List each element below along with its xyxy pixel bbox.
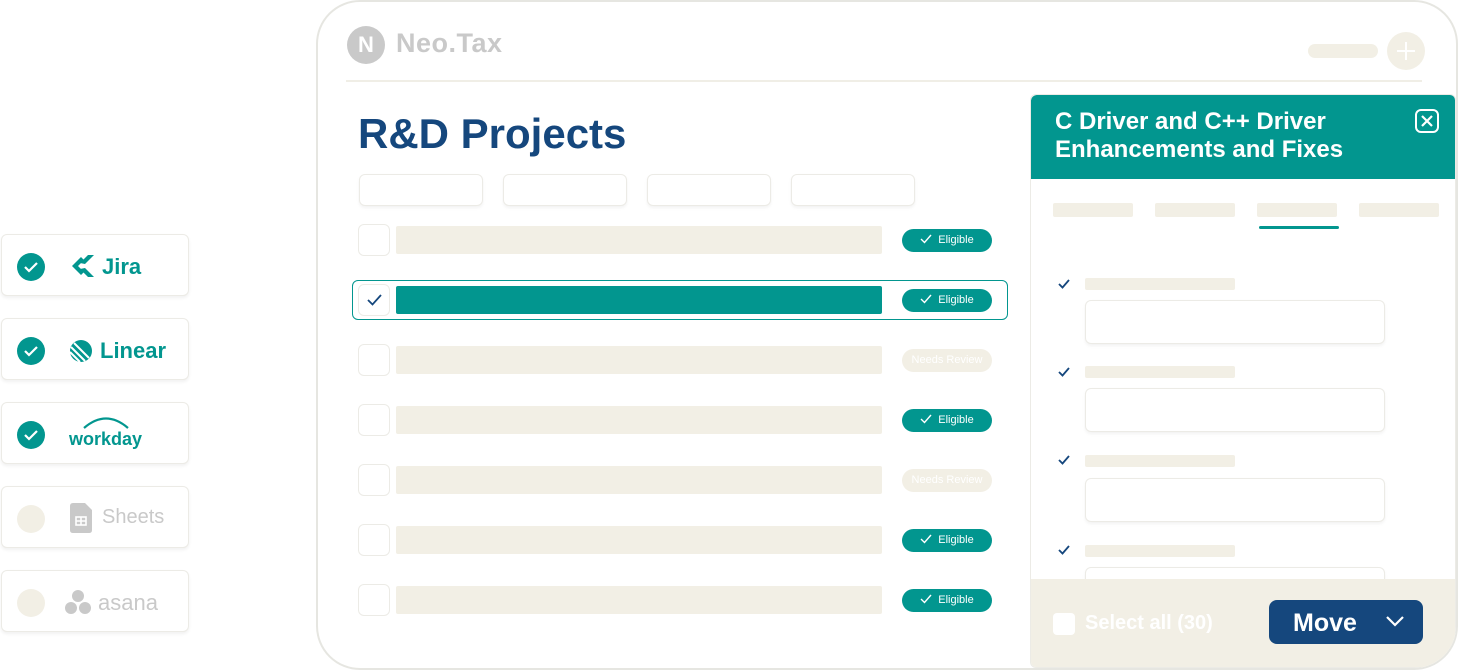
- integration-asana[interactable]: asana: [1, 570, 189, 632]
- project-name-placeholder: [396, 526, 882, 554]
- integration-jira[interactable]: Jira: [1, 234, 189, 296]
- close-button[interactable]: [1415, 109, 1439, 133]
- field-input[interactable]: [1085, 478, 1385, 522]
- panel-tab[interactable]: [1053, 203, 1133, 217]
- project-row[interactable]: Needs Review: [352, 460, 1008, 500]
- filter-field[interactable]: [503, 174, 627, 206]
- close-icon: [1421, 115, 1433, 127]
- project-name-placeholder: [396, 586, 882, 614]
- brand-name: Neo.Tax: [396, 28, 503, 58]
- filter-field[interactable]: [647, 174, 771, 206]
- disconnected-circle-icon: [17, 589, 45, 617]
- field-label-placeholder: [1085, 455, 1235, 467]
- check-icon[interactable]: [1057, 365, 1071, 379]
- status-badge: Needs Review: [902, 349, 992, 372]
- check-icon: [920, 534, 932, 544]
- integration-sheets[interactable]: Sheets: [1, 486, 189, 548]
- integration-name: Sheets: [102, 506, 165, 528]
- project-name-placeholder: [396, 466, 882, 494]
- connected-check-icon: [17, 421, 45, 449]
- row-checkbox[interactable]: [358, 224, 390, 256]
- panel-footer: Select all (30) Move: [1031, 579, 1455, 667]
- field-input[interactable]: [1085, 388, 1385, 432]
- check-icon[interactable]: [1057, 453, 1071, 467]
- check-icon: [920, 414, 932, 424]
- select-all-label: Select all (30): [1085, 612, 1213, 634]
- asana-logo-icon: [64, 589, 92, 619]
- check-icon: [920, 594, 932, 604]
- check-icon: [920, 234, 932, 244]
- check-icon: [920, 294, 932, 304]
- filter-field[interactable]: [359, 174, 483, 206]
- select-all-checkbox[interactable]: [1053, 613, 1075, 635]
- field-input[interactable]: [1085, 300, 1385, 344]
- status-badge: Eligible: [902, 409, 992, 432]
- integration-workday[interactable]: workday: [1, 402, 189, 464]
- integration-name: workday: [69, 429, 143, 449]
- project-row[interactable]: Eligible: [352, 400, 1008, 440]
- row-checkbox[interactable]: [358, 404, 390, 436]
- panel-header: C Driver and C++ Driver Enhancements and…: [1031, 95, 1455, 179]
- project-name-placeholder: [396, 286, 882, 314]
- row-checkbox[interactable]: [358, 584, 390, 616]
- project-row-selected[interactable]: Eligible: [352, 280, 1008, 320]
- page-title: R&D Projects: [358, 110, 627, 157]
- status-badge: Needs Review: [902, 469, 992, 492]
- chevron-down-icon: [1386, 616, 1404, 627]
- jira-logo-icon: [68, 251, 98, 281]
- connected-check-icon: [17, 337, 45, 365]
- project-name-placeholder: [396, 346, 882, 374]
- panel-tab[interactable]: [1359, 203, 1439, 217]
- check-icon[interactable]: [1057, 543, 1071, 557]
- check-icon[interactable]: [1057, 277, 1071, 291]
- add-button[interactable]: [1387, 32, 1425, 70]
- integration-name: Linear: [100, 338, 167, 363]
- project-row[interactable]: Eligible: [352, 220, 1008, 260]
- project-detail-panel: C Driver and C++ Driver Enhancements and…: [1030, 94, 1456, 668]
- row-checkbox[interactable]: [358, 524, 390, 556]
- status-badge: Eligible: [902, 229, 992, 252]
- field-label-placeholder: [1085, 545, 1235, 557]
- brand-logo-icon: N: [347, 26, 385, 64]
- field-label-placeholder: [1085, 366, 1235, 378]
- check-icon: [367, 294, 382, 306]
- integration-name: asana: [98, 590, 158, 615]
- field-label-placeholder: [1085, 278, 1235, 290]
- project-name-placeholder: [396, 406, 882, 434]
- row-checkbox-checked[interactable]: [358, 284, 390, 316]
- project-name-placeholder: [396, 226, 882, 254]
- integration-name: Jira: [102, 254, 142, 279]
- connected-check-icon: [17, 253, 45, 281]
- header-placeholder: [1308, 44, 1378, 58]
- move-label: Move: [1293, 609, 1357, 637]
- project-row[interactable]: Needs Review: [352, 340, 1008, 380]
- header-divider: [346, 80, 1422, 82]
- row-checkbox[interactable]: [358, 464, 390, 496]
- linear-logo-icon: [68, 335, 98, 365]
- filter-field[interactable]: [791, 174, 915, 206]
- project-row[interactable]: Eligible: [352, 520, 1008, 560]
- status-badge: Eligible: [902, 529, 992, 552]
- app-window: N Neo.Tax R&D Projects Eligible Eligible…: [316, 0, 1458, 670]
- disconnected-circle-icon: [17, 505, 45, 533]
- row-checkbox[interactable]: [358, 344, 390, 376]
- integration-linear[interactable]: Linear: [1, 318, 189, 380]
- panel-title: C Driver and C++ Driver Enhancements and…: [1055, 108, 1344, 163]
- status-badge: Eligible: [902, 589, 992, 612]
- active-tab-indicator: [1259, 226, 1339, 229]
- status-badge: Eligible: [902, 289, 992, 312]
- panel-tab-active[interactable]: [1257, 203, 1337, 217]
- move-button[interactable]: Move: [1269, 600, 1423, 644]
- project-row[interactable]: Eligible: [352, 580, 1008, 620]
- panel-tab[interactable]: [1155, 203, 1235, 217]
- sheets-logo-icon: [70, 503, 92, 533]
